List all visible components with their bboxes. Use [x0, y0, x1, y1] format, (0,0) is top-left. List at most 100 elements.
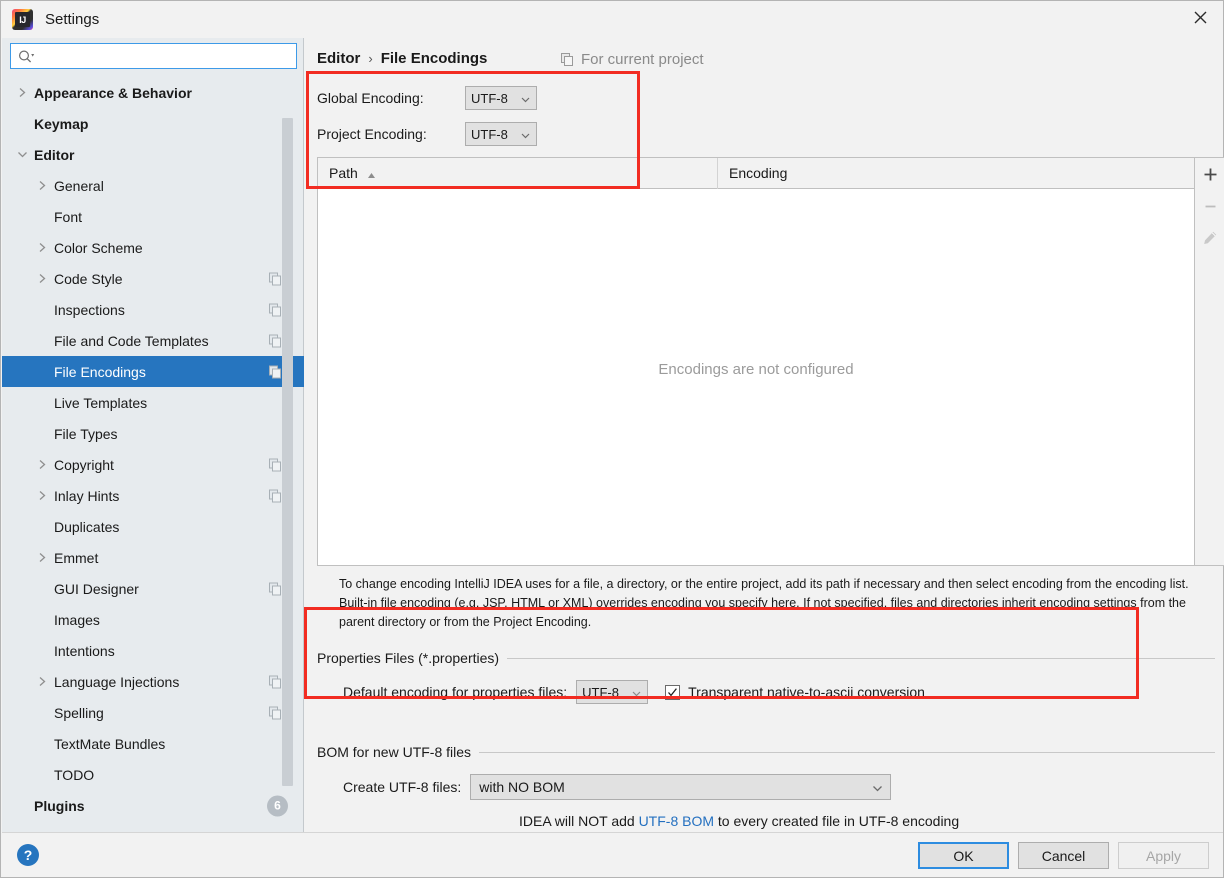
sidebar-item-textmate-bundles[interactable]: TextMate Bundles	[2, 728, 304, 759]
sidebar-item-file-and-code-templates[interactable]: File and Code Templates	[2, 325, 304, 356]
bom-group-title: BOM for new UTF-8 files	[317, 744, 1215, 760]
sidebar-item-plugins[interactable]: Plugins 6	[2, 790, 304, 821]
sidebar-item-editor[interactable]: Editor	[2, 139, 304, 170]
chevron-right-icon[interactable]	[34, 271, 50, 287]
chevron-right-icon[interactable]	[34, 674, 50, 690]
plugins-count-badge: 6	[267, 795, 288, 816]
copy-icon	[269, 334, 282, 347]
chevron-right-icon[interactable]	[14, 85, 30, 101]
table-toolbar	[1195, 157, 1224, 566]
sidebar-item-code-style[interactable]: Code Style	[2, 263, 304, 294]
sidebar-item-copyright[interactable]: Copyright	[2, 449, 304, 480]
encodings-table: Path Encoding Encodings are not configur…	[317, 157, 1195, 566]
chevron-right-icon[interactable]	[34, 178, 50, 194]
sidebar-item-live-templates[interactable]: Live Templates	[2, 387, 304, 418]
close-icon[interactable]	[1177, 1, 1223, 34]
chevron-right-icon[interactable]	[34, 457, 50, 473]
column-header-path[interactable]: Path	[318, 157, 718, 189]
sidebar-item-intentions[interactable]: Intentions	[2, 635, 304, 666]
sidebar-item-duplicates[interactable]: Duplicates	[2, 511, 304, 542]
search-box[interactable]	[10, 43, 297, 69]
copy-icon	[269, 365, 282, 378]
sidebar-scrollbar-thumb[interactable]	[282, 118, 293, 786]
default-properties-encoding-dropdown[interactable]: UTF-8	[576, 680, 649, 704]
sidebar-item-language-injections[interactable]: Language Injections	[2, 666, 304, 697]
utf8-bom-link[interactable]: UTF-8 BOM	[639, 813, 714, 829]
sidebar-item-label: Images	[54, 611, 100, 628]
sidebar-item-file-encodings[interactable]: File Encodings	[2, 356, 304, 387]
window-title: Settings	[45, 11, 100, 28]
sidebar-item-gui-designer[interactable]: GUI Designer	[2, 573, 304, 604]
global-encoding-label: Global Encoding:	[317, 90, 424, 106]
cancel-button[interactable]: Cancel	[1018, 842, 1109, 869]
sidebar-item-inspections[interactable]: Inspections	[2, 294, 304, 325]
encodings-description: To change encoding IntelliJ IDEA uses fo…	[339, 577, 1189, 629]
help-button[interactable]: ?	[17, 844, 39, 866]
edit-button[interactable]	[1195, 222, 1224, 254]
sidebar-item-label: Language Injections	[54, 673, 180, 690]
sidebar-scrollbar-track[interactable]	[282, 77, 298, 832]
chevron-right-icon[interactable]	[34, 488, 50, 504]
sidebar-item-appearance-behavior[interactable]: Appearance & Behavior	[2, 77, 304, 108]
sidebar-item-todo[interactable]: TODO	[2, 759, 304, 790]
search-icon	[18, 49, 36, 65]
sidebar-item-label: File and Code Templates	[54, 332, 209, 349]
copy-icon	[269, 458, 282, 471]
sidebar-item-label: Code Style	[54, 270, 123, 287]
chevron-down-icon[interactable]	[14, 147, 30, 163]
sidebar-item-label: Font	[54, 208, 83, 225]
sidebar-item-color-scheme[interactable]: Color Scheme	[2, 232, 304, 263]
ok-button[interactable]: OK	[918, 842, 1009, 869]
default-properties-encoding-value: UTF-8	[582, 684, 619, 700]
sidebar-item-spelling[interactable]: Spelling	[2, 697, 304, 728]
add-button[interactable]	[1195, 158, 1224, 190]
create-utf8-files-label: Create UTF-8 files:	[343, 779, 462, 795]
project-encoding-label: Project Encoding:	[317, 126, 427, 142]
logo-text: IJ	[19, 14, 26, 25]
copy-icon	[269, 675, 282, 688]
create-utf8-files-dropdown[interactable]: with NO BOM	[470, 774, 892, 800]
global-encoding-value: UTF-8	[471, 90, 508, 106]
sidebar-item-images[interactable]: Images	[2, 604, 304, 635]
breadcrumb-current: File Encodings	[380, 50, 488, 67]
sidebar-item-emmet[interactable]: Emmet	[2, 542, 304, 573]
sidebar-item-file-types[interactable]: File Types	[2, 418, 304, 449]
copy-icon	[269, 582, 282, 595]
title-bar: IJ Settings	[1, 1, 1223, 38]
sidebar-item-general[interactable]: General	[2, 170, 304, 201]
transparent-native-to-ascii-checkbox[interactable]: Transparent native-to-ascii conversion	[665, 684, 925, 700]
chevron-right-icon[interactable]	[34, 550, 50, 566]
sidebar-item-inlay-hints[interactable]: Inlay Hints	[2, 480, 304, 511]
group-divider	[479, 751, 1215, 753]
global-encoding-dropdown[interactable]: UTF-8	[465, 86, 537, 110]
remove-button[interactable]	[1195, 190, 1224, 222]
sidebar-item-label: General	[54, 177, 104, 194]
column-header-encoding[interactable]: Encoding	[718, 158, 1194, 189]
sidebar-item-label: Appearance & Behavior	[34, 84, 192, 101]
copy-icon	[269, 489, 282, 502]
copy-icon	[269, 303, 282, 316]
bom-group: BOM for new UTF-8 files Create UTF-8 fil…	[317, 744, 1215, 829]
sidebar-item-label: Live Templates	[54, 394, 148, 411]
settings-tree: Appearance & Behavior Keymap Editor General…	[2, 77, 304, 832]
apply-button[interactable]: Apply	[1118, 842, 1209, 869]
copy-icon	[561, 53, 574, 66]
table-header-row: Path Encoding	[318, 157, 1194, 189]
sidebar-item-label: Plugins	[34, 797, 85, 814]
create-utf8-files-value: with NO BOM	[479, 779, 565, 795]
sidebar-item-label: Copyright	[54, 456, 114, 473]
sidebar-item-label: Inlay Hints	[54, 487, 120, 504]
sidebar-item-label: TextMate Bundles	[54, 735, 166, 752]
column-header-encoding-label: Encoding	[729, 165, 788, 181]
sidebar-item-font[interactable]: Font	[2, 201, 304, 232]
search-input[interactable]	[39, 44, 294, 68]
chevron-right-icon[interactable]	[34, 240, 50, 256]
global-encoding-row: Global Encoding: UTF-8	[317, 86, 537, 110]
sidebar-item-label: File Types	[54, 425, 118, 442]
breadcrumb-parent[interactable]: Editor	[317, 50, 360, 67]
sidebar-item-label: Intentions	[54, 642, 115, 659]
project-encoding-dropdown[interactable]: UTF-8	[465, 122, 537, 146]
properties-files-group-title: Properties Files (*.properties)	[317, 650, 1215, 666]
sidebar-item-keymap[interactable]: Keymap	[2, 108, 304, 139]
create-utf8-files-row: Create UTF-8 files: with NO BOM	[343, 774, 1215, 800]
